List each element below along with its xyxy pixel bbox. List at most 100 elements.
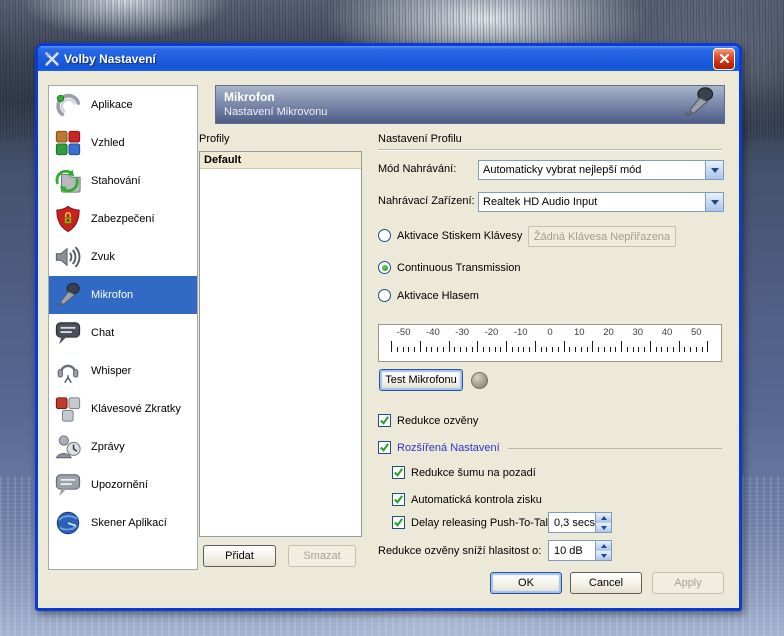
- meter-major-tick: [679, 341, 680, 352]
- meter-tick-label: 0: [535, 327, 564, 340]
- meter-minor-tick: [523, 347, 524, 352]
- meter-major-tick: [650, 341, 651, 352]
- checkmark-icon: [379, 442, 390, 453]
- sidebar-item-zpravy[interactable]: Zprávy: [49, 428, 197, 466]
- sidebar-item-label: Stahování: [91, 175, 141, 187]
- recording-mode-select[interactable]: Automaticky vybrat nejlepší mód: [478, 160, 724, 180]
- sidebar-item-label: Mikrofon: [91, 289, 133, 301]
- meter-tick-label: -10: [506, 327, 535, 340]
- sidebar-item-label: Chat: [91, 327, 114, 339]
- ok-button[interactable]: OK: [490, 572, 562, 594]
- microphone-icon: [53, 280, 83, 310]
- add-profile-button[interactable]: Přidat: [203, 545, 276, 567]
- radio-continuous-transmission-label: Continuous Transmission: [397, 262, 521, 274]
- meter-tick-label: 10: [565, 327, 594, 340]
- meter-minor-tick: [546, 347, 547, 352]
- echo-volume-value[interactable]: 10 dB: [549, 541, 595, 560]
- checkmark-icon: [379, 415, 390, 426]
- test-microphone-button[interactable]: Test Mikrofonu: [379, 369, 463, 391]
- auto-gain-checkbox[interactable]: [392, 493, 405, 506]
- meter-minor-tick: [696, 347, 697, 352]
- sidebar-item-label: Vzhled: [91, 137, 125, 149]
- level-meter: -50-40-30-20-1001020304050: [378, 324, 722, 362]
- spinner-buttons: [595, 513, 611, 532]
- checkmark-icon: [393, 494, 404, 505]
- radio-push-to-talk-label: Aktivace Stiskem Klávesy: [397, 230, 522, 242]
- meter-minor-tick: [460, 347, 461, 352]
- sidebar-item-label: Zvuk: [91, 251, 115, 263]
- cancel-button[interactable]: Cancel: [570, 572, 642, 594]
- hotkey-assign-button[interactable]: Žádná Klávesa Nepřiřazena: [528, 226, 676, 247]
- spinner-down-icon[interactable]: [596, 522, 611, 532]
- sidebar-item-vzhled[interactable]: Vzhled: [49, 124, 197, 162]
- spinner-down-icon[interactable]: [596, 550, 611, 560]
- meter-minor-tick: [483, 347, 484, 352]
- meter-major-tick: [564, 341, 565, 352]
- meter-major-tick: [592, 341, 593, 352]
- echo-reduction-checkbox[interactable]: [378, 414, 391, 427]
- radio-voice-activation[interactable]: [378, 289, 391, 302]
- meter-major-tick: [535, 341, 536, 352]
- sidebar-item-zabezpeceni[interactable]: Zabezpečení: [49, 200, 197, 238]
- close-button[interactable]: [713, 48, 735, 70]
- sidebar-item-zvuk[interactable]: Zvuk: [49, 238, 197, 276]
- close-icon: [719, 53, 730, 64]
- advanced-settings-label: Rozšířená Nastavení: [397, 442, 500, 454]
- sidebar-item-chat[interactable]: Chat: [49, 314, 197, 352]
- chevron-down-icon[interactable]: [705, 161, 723, 179]
- meter-minor-tick: [397, 347, 398, 352]
- meter-minor-tick: [466, 347, 467, 352]
- recording-mode-value: Automaticky vybrat nejlepší mód: [479, 164, 705, 176]
- radio-push-to-talk[interactable]: [378, 229, 391, 242]
- ptt-delay-spinner[interactable]: 0,3 secs: [548, 512, 612, 533]
- sidebar-item-label: Klávesové Zkratky: [91, 403, 181, 415]
- sidebar-item-klavesove-zkratky[interactable]: Klávesové Zkratky: [49, 390, 197, 428]
- recording-device-label: Nahrávací Zařízení:: [378, 195, 475, 207]
- meter-tick-label: -40: [418, 327, 447, 340]
- meter-minor-tick: [581, 347, 582, 352]
- meter-minor-tick: [661, 347, 662, 352]
- meter-minor-tick: [656, 347, 657, 352]
- radio-continuous-transmission[interactable]: [378, 261, 391, 274]
- spinner-up-icon[interactable]: [596, 541, 611, 550]
- sidebar-item-aplikace[interactable]: Aplikace: [49, 86, 197, 124]
- meter-minor-tick: [627, 347, 628, 352]
- meter-minor-tick: [673, 347, 674, 352]
- meter-scale-labels: -50-40-30-20-1001020304050: [389, 327, 711, 340]
- spinner-up-icon[interactable]: [596, 513, 611, 522]
- noise-reduction-checkbox[interactable]: [392, 466, 405, 479]
- meter-minor-tick: [489, 347, 490, 352]
- sidebar-item-stahovani[interactable]: Stahování: [49, 162, 197, 200]
- meter-minor-tick: [472, 347, 473, 352]
- sidebar-item-mikrofon[interactable]: Mikrofon: [49, 276, 197, 314]
- meter-minor-tick: [569, 347, 570, 352]
- meter-tick-label: 50: [682, 327, 711, 340]
- sidebar-item-whisper[interactable]: Whisper: [49, 352, 197, 390]
- meter-minor-tick: [667, 347, 668, 352]
- ptt-delay-value[interactable]: 0,3 secs: [549, 513, 595, 532]
- recording-mode-label: Mód Nahrávání:: [378, 163, 456, 175]
- chevron-down-icon[interactable]: [705, 193, 723, 211]
- sidebar-item-label: Zabezpečení: [91, 213, 155, 225]
- sidebar-item-label: Zprávy: [91, 441, 125, 453]
- meter-minor-tick: [500, 347, 501, 352]
- echo-volume-spinner[interactable]: 10 dB: [548, 540, 612, 561]
- profile-list-item[interactable]: Default: [200, 152, 361, 169]
- settings-dialog: Volby Nastavení AplikaceVzhledStahováníZ…: [35, 43, 742, 611]
- meter-minor-tick: [414, 347, 415, 352]
- meter-tick-label: -30: [448, 327, 477, 340]
- sidebar: Aplikace Vzhled Stahování Zabezpečení Zvuk Mi…: [48, 85, 198, 570]
- page-title: Mikrofon: [224, 90, 682, 105]
- delete-profile-button[interactable]: Smazat: [288, 545, 356, 567]
- advanced-settings-checkbox[interactable]: [378, 441, 391, 454]
- ptt-delay-checkbox[interactable]: [392, 516, 405, 529]
- sidebar-item-upozorneni[interactable]: Upozornění: [49, 466, 197, 504]
- page-header: Mikrofon Nastavení Mikrovonu: [215, 85, 725, 124]
- meter-major-tick: [506, 341, 507, 352]
- apply-button[interactable]: Apply: [652, 572, 724, 594]
- recording-device-select[interactable]: Realtek HD Audio Input: [478, 192, 724, 212]
- app-scanner-globe-icon: [53, 508, 83, 538]
- section-divider: [378, 149, 722, 151]
- sidebar-item-skener-aplikaci[interactable]: Skener Aplikací: [49, 504, 197, 542]
- mic-activity-indicator: [471, 372, 488, 389]
